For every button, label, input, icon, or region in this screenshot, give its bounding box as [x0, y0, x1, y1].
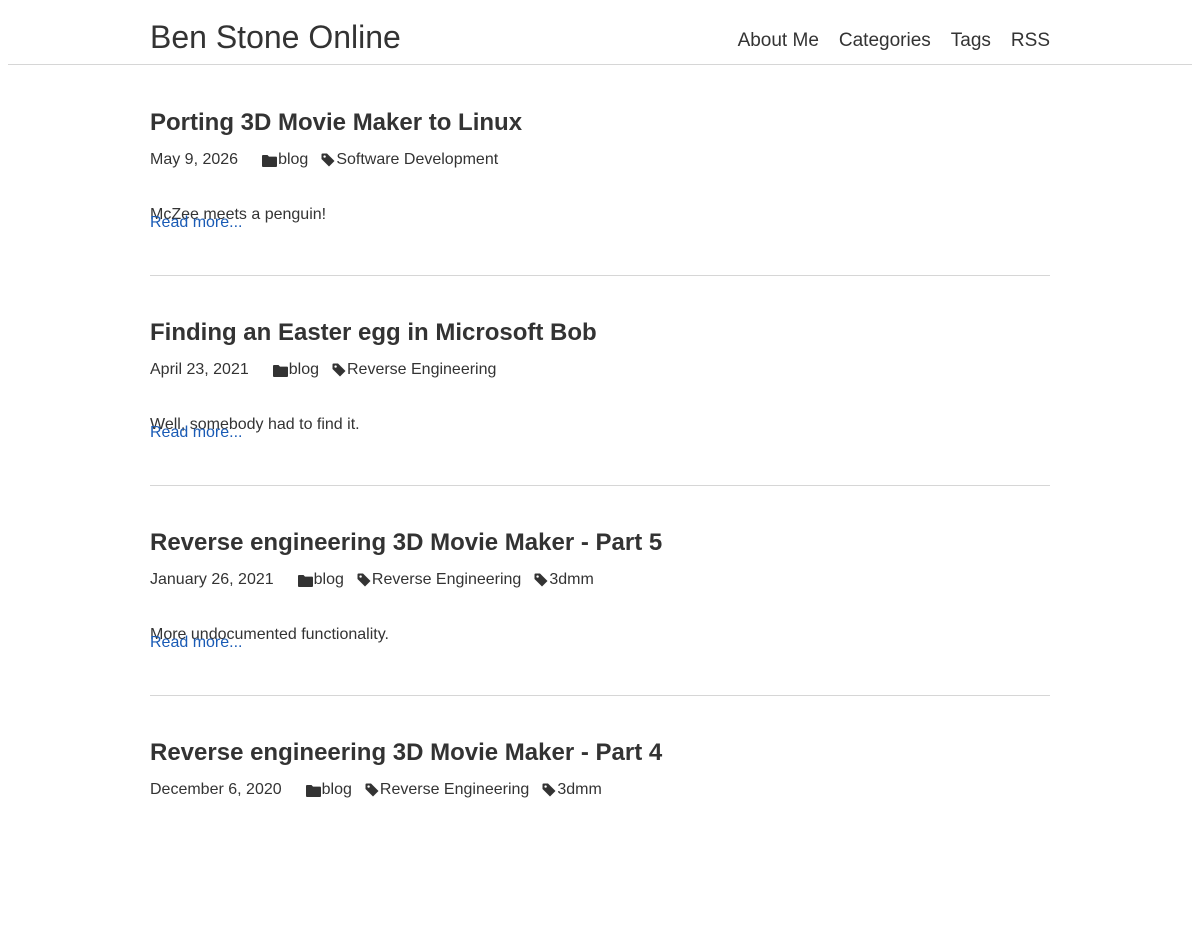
post-entry: Reverse engineering 3D Movie Maker - Par…	[150, 528, 1050, 738]
post-title[interactable]: Porting 3D Movie Maker to Linux	[150, 108, 522, 138]
post-category-label: blog	[288, 361, 319, 378]
post-meta: January 26, 2021 blog Reverse Engineering 3…	[150, 570, 607, 590]
read-more-link[interactable]: Read more...	[150, 213, 242, 233]
post-list: Porting 3D Movie Maker to Linux May 9, 20…	[150, 108, 1050, 948]
post-category-label: blog	[278, 151, 309, 168]
post-date: January 26, 2021	[150, 571, 274, 588]
post-date: May 9, 2026	[150, 151, 239, 168]
post-date: December 6, 2020	[150, 781, 282, 798]
post-category-label: blog	[313, 571, 344, 588]
tag-icon	[534, 573, 549, 587]
nav-tags[interactable]: Tags	[951, 29, 991, 53]
post-tag-label: Software Development	[336, 151, 499, 168]
folder-icon	[297, 574, 314, 587]
post-tag-label: Reverse Engineering	[371, 571, 522, 588]
tag-icon	[357, 573, 372, 587]
post-category-label: blog	[321, 781, 352, 798]
folder-icon	[305, 784, 322, 797]
post-entry: Reverse engineering 3D Movie Maker - Par…	[150, 738, 1050, 948]
post-meta: May 9, 2026 blog Software Development	[150, 150, 511, 170]
post-entry: Finding an Easter egg in Microsoft Bob Ap…	[150, 318, 1050, 528]
post-divider	[150, 695, 1050, 696]
post-meta: April 23, 2021 blog Reverse Engineering	[150, 360, 509, 380]
post-title[interactable]: Reverse engineering 3D Movie Maker - Par…	[150, 528, 662, 558]
nav-about-me[interactable]: About Me	[738, 29, 819, 53]
post-tag-link[interactable]: 3dmm	[542, 780, 602, 800]
post-tag-label: 3dmm	[549, 571, 594, 588]
post-title[interactable]: Finding an Easter egg in Microsoft Bob	[150, 318, 597, 348]
post-tag-link[interactable]: Reverse Engineering	[357, 570, 521, 590]
post-tag-label: Reverse Engineering	[346, 361, 497, 378]
site-header: Ben Stone Online About Me Categories Tag…	[8, 0, 1192, 65]
post-category-link[interactable]: blog	[297, 570, 344, 590]
folder-icon	[272, 364, 289, 377]
post-tag-label: 3dmm	[557, 781, 602, 798]
post-entry: Porting 3D Movie Maker to Linux May 9, 20…	[150, 108, 1050, 318]
post-tag-link[interactable]: Software Development	[321, 150, 498, 170]
post-tag-link[interactable]: 3dmm	[534, 570, 594, 590]
site-title-link[interactable]: Ben Stone Online	[150, 17, 401, 57]
read-more-link[interactable]: Read more...	[150, 423, 242, 443]
tag-icon	[332, 363, 347, 377]
main-nav: About Me Categories Tags RSS	[738, 29, 1050, 53]
post-category-link[interactable]: blog	[262, 150, 308, 170]
tag-icon	[321, 153, 336, 167]
post-title[interactable]: Reverse engineering 3D Movie Maker - Par…	[150, 738, 662, 768]
post-divider	[150, 485, 1050, 486]
tag-icon	[542, 783, 557, 797]
post-divider	[150, 275, 1050, 276]
tag-icon	[365, 783, 380, 797]
post-meta: December 6, 2020 blog Reverse Engineering 3…	[150, 780, 615, 800]
post-tag-label: Reverse Engineering	[379, 781, 530, 798]
nav-categories[interactable]: Categories	[839, 29, 931, 53]
read-more-link[interactable]: Read more...	[150, 633, 242, 653]
post-tag-link[interactable]: Reverse Engineering	[332, 360, 496, 380]
post-category-link[interactable]: blog	[272, 360, 319, 380]
post-category-link[interactable]: blog	[305, 780, 352, 800]
nav-rss[interactable]: RSS	[1011, 29, 1050, 53]
folder-icon	[262, 154, 278, 167]
post-date: April 23, 2021	[150, 361, 249, 378]
post-tag-link[interactable]: Reverse Engineering	[365, 780, 529, 800]
